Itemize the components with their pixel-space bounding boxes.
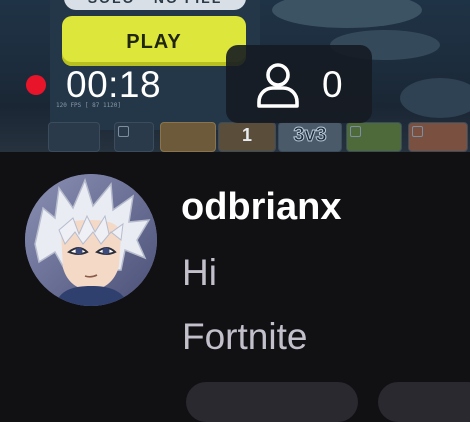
mode-thumbnail: 3v3 <box>278 122 342 152</box>
chat-username[interactable]: odbrianx <box>181 186 341 229</box>
mode-thumbnails: 1 3v3 <box>0 122 470 152</box>
avatar-image <box>25 174 157 306</box>
live-indicator-icon <box>26 75 46 95</box>
question-icon <box>118 126 129 137</box>
reaction-button[interactable] <box>186 382 358 422</box>
question-icon <box>350 126 361 137</box>
mode-label: 3v3 <box>293 124 327 147</box>
mode-thumbnail <box>408 122 468 152</box>
lobby-banner: SOLO · NO FILL <box>64 0 246 10</box>
mode-thumbnail <box>346 122 402 152</box>
map-island <box>272 0 422 28</box>
question-icon <box>412 126 423 137</box>
reaction-button[interactable] <box>378 382 470 422</box>
play-button: PLAY <box>62 16 246 66</box>
mode-number: 1 <box>241 125 252 145</box>
mode-thumbnail <box>114 122 154 152</box>
chat-message: Hi <box>182 252 217 293</box>
person-outline-icon <box>257 63 299 108</box>
viewer-count: 0 <box>322 64 343 105</box>
mode-thumbnail <box>48 122 100 152</box>
viewer-count-badge[interactable]: 0 <box>226 45 372 123</box>
mode-thumbnail <box>160 122 216 152</box>
map-island <box>400 78 470 118</box>
stream-timer: 00:18 <box>66 64 162 105</box>
mode-thumbnail: 1 <box>218 122 276 152</box>
chat-message: Fortnite <box>182 316 308 357</box>
avatar[interactable] <box>25 174 157 306</box>
